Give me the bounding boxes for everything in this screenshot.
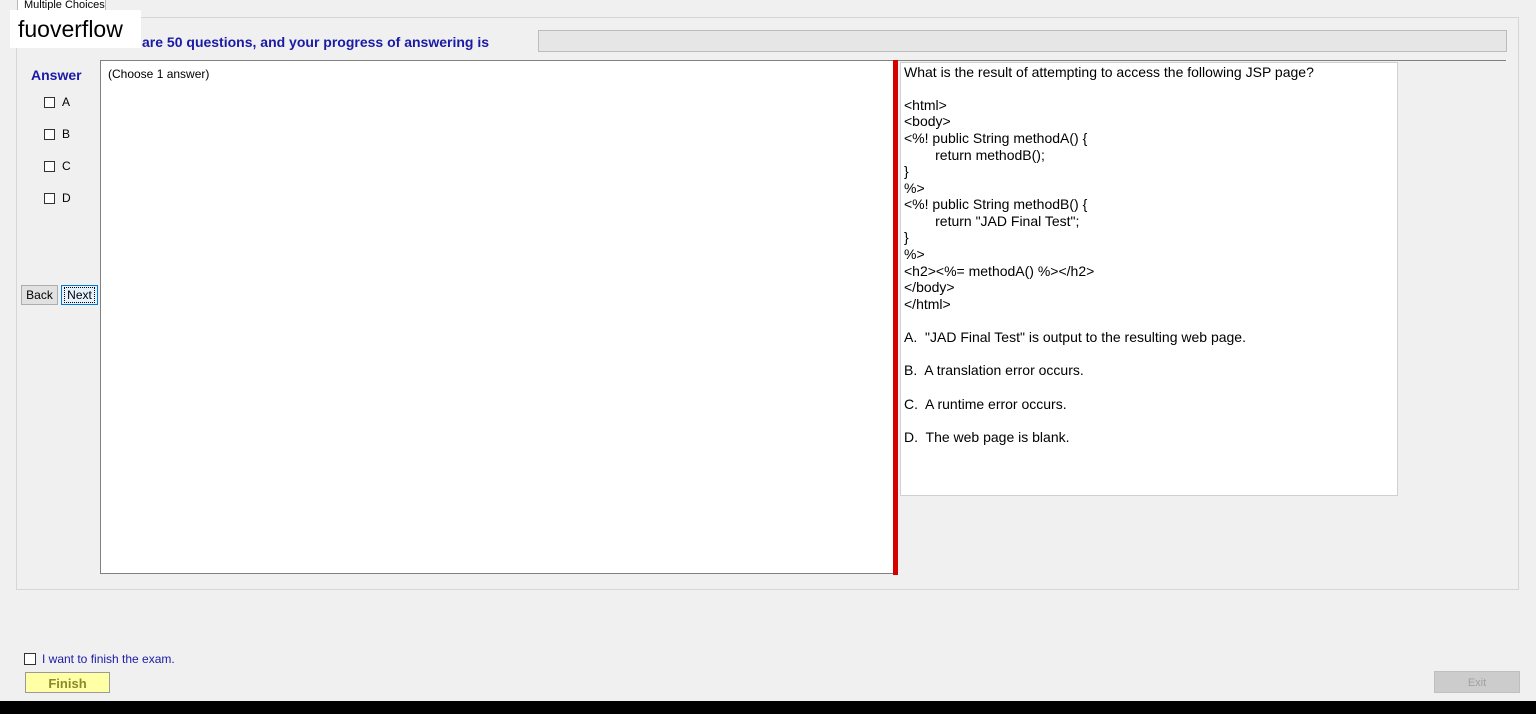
option-label: D bbox=[62, 191, 71, 205]
answer-textbox[interactable]: (Choose 1 answer) bbox=[100, 60, 893, 574]
progress-label: There are 50 questions, and your progres… bbox=[100, 34, 489, 50]
option-label: A bbox=[62, 95, 71, 109]
code-line: } bbox=[904, 229, 909, 245]
option-d-checkbox[interactable]: D bbox=[44, 191, 71, 205]
code-line: </html> bbox=[904, 296, 951, 312]
finish-exam-label: I want to finish the exam. bbox=[42, 652, 175, 666]
answer-hint: (Choose 1 answer) bbox=[108, 67, 210, 81]
option-label: C bbox=[62, 159, 71, 173]
code-line: return methodB(); bbox=[904, 147, 1045, 163]
code-line: return "JAD Final Test"; bbox=[904, 213, 1080, 229]
option-a-checkbox[interactable]: A bbox=[44, 95, 70, 109]
option-c-checkbox[interactable]: C bbox=[44, 159, 71, 173]
checkbox-icon[interactable] bbox=[44, 96, 55, 108]
code-line: %> bbox=[904, 246, 925, 262]
back-button[interactable]: Back bbox=[21, 285, 58, 305]
code-line: <body> bbox=[904, 113, 951, 129]
next-button-label: Next bbox=[64, 287, 95, 303]
watermark-label: fuoverflow bbox=[10, 10, 141, 48]
option-label: B bbox=[62, 127, 71, 141]
taskbar bbox=[0, 701, 1536, 714]
progress-bar bbox=[538, 30, 1507, 52]
code-line: } bbox=[904, 163, 909, 179]
code-line: <html> bbox=[904, 97, 947, 113]
checkbox-icon[interactable] bbox=[44, 192, 55, 204]
checkbox-icon[interactable] bbox=[44, 160, 55, 172]
next-button[interactable]: Next bbox=[61, 285, 98, 305]
code-line: <%! public String methodA() { bbox=[904, 130, 1088, 146]
code-line: %> bbox=[904, 180, 925, 196]
code-line: </body> bbox=[904, 279, 955, 295]
finish-button[interactable]: Finish bbox=[25, 672, 110, 693]
choice-d-text: D. The web page is blank. bbox=[904, 429, 1070, 445]
choice-c-text: C. A runtime error occurs. bbox=[904, 396, 1067, 412]
exit-button[interactable]: Exit bbox=[1434, 671, 1520, 693]
choice-b-text: B. A translation error occurs. bbox=[904, 362, 1084, 378]
checkbox-icon[interactable] bbox=[24, 653, 36, 665]
choice-a-text: A. "JAD Final Test" is output to the res… bbox=[904, 329, 1246, 345]
code-line: <h2><%= methodA() %></h2> bbox=[904, 263, 1095, 279]
option-b-checkbox[interactable]: B bbox=[44, 127, 70, 141]
finish-exam-checkbox[interactable]: I want to finish the exam. bbox=[24, 652, 175, 666]
question-text: What is the result of attempting to acce… bbox=[904, 64, 1314, 80]
answer-heading: Answer bbox=[31, 67, 82, 83]
checkbox-icon[interactable] bbox=[44, 128, 55, 140]
code-line: <%! public String methodB() { bbox=[904, 196, 1088, 212]
